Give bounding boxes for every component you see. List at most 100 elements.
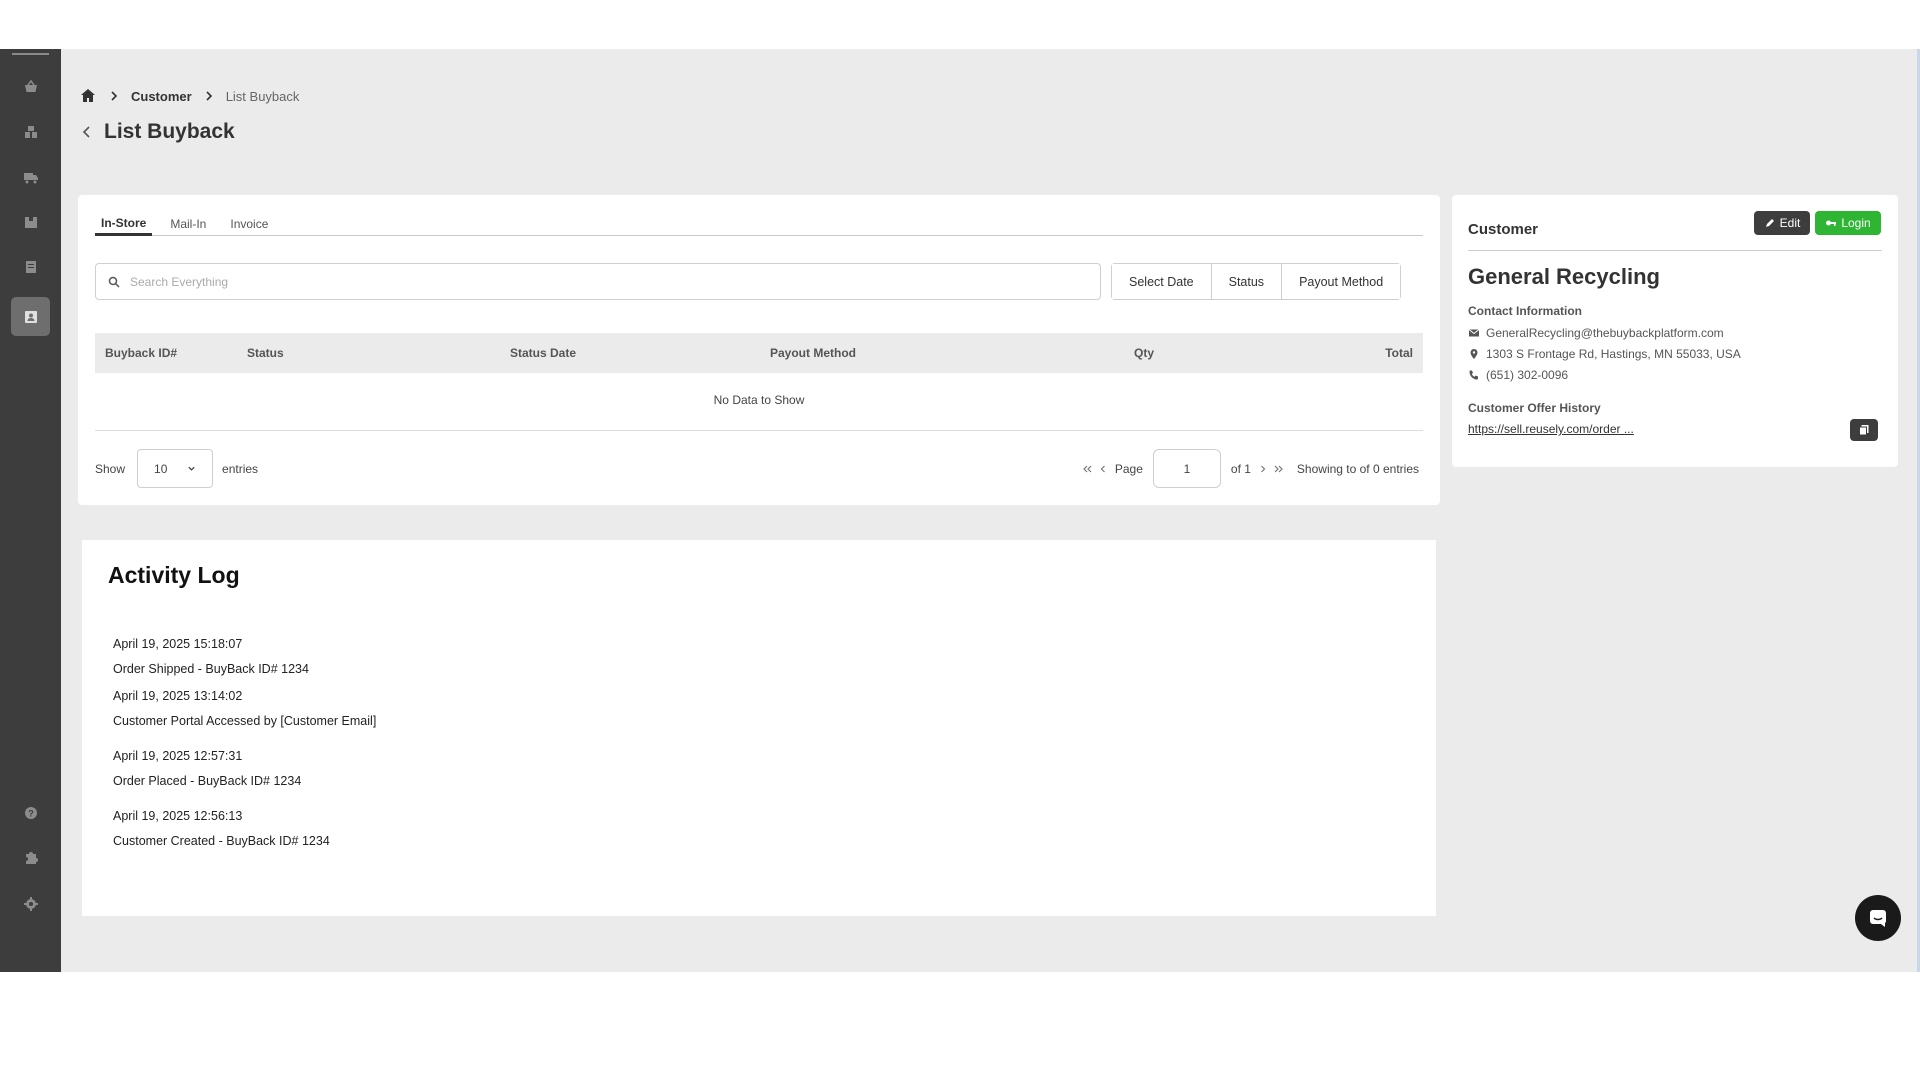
search-box bbox=[95, 263, 1101, 300]
next-page-icon[interactable] bbox=[1257, 463, 1269, 475]
customer-phone-row: (651) 302-0096 bbox=[1468, 368, 1568, 382]
sidebar-top-divider bbox=[12, 53, 49, 55]
envelope-icon bbox=[1468, 329, 1480, 337]
document-icon bbox=[25, 260, 36, 273]
chevron-right-icon bbox=[204, 91, 214, 101]
column-status[interactable]: Status bbox=[247, 346, 284, 360]
log-entry-time: April 19, 2025 15:18:07 bbox=[113, 637, 243, 651]
customer-card-header: Customer Edit Login bbox=[1468, 211, 1882, 251]
search-input[interactable] bbox=[130, 274, 1030, 289]
first-page-icon[interactable] bbox=[1081, 463, 1093, 475]
column-status-date[interactable]: Status Date bbox=[510, 346, 576, 360]
page-number-input[interactable] bbox=[1152, 449, 1221, 488]
customer-email-row: GeneralRecycling@thebuybackplatform.com bbox=[1468, 326, 1724, 340]
breadcrumb-current: List Buyback bbox=[225, 88, 300, 104]
breadcrumb-customer[interactable]: Customer bbox=[131, 89, 192, 104]
customer-address: 1303 S Frontage Rd, Hastings, MN 55033, … bbox=[1486, 347, 1741, 361]
key-icon bbox=[1826, 220, 1837, 226]
customer-card-title: Customer bbox=[1468, 221, 1539, 238]
show-label: Show bbox=[95, 461, 126, 476]
sidebar-item-help[interactable]: ? bbox=[11, 793, 50, 832]
boxes-icon bbox=[24, 125, 37, 138]
select-date-button[interactable]: Select Date bbox=[1112, 264, 1212, 299]
location-pin-icon bbox=[1470, 349, 1478, 359]
log-entry-text: Customer Portal Accessed by [Customer Em… bbox=[113, 714, 377, 728]
tab-in-store[interactable]: In-Store bbox=[95, 211, 153, 236]
log-entry-time: April 19, 2025 12:57:31 bbox=[113, 749, 243, 763]
column-total[interactable]: Total bbox=[1385, 346, 1413, 360]
page-title: List Buyback bbox=[104, 120, 235, 143]
column-payout-method[interactable]: Payout Method bbox=[770, 346, 856, 360]
copy-link-button[interactable] bbox=[1850, 419, 1878, 441]
search-icon bbox=[108, 276, 120, 288]
activity-log-title: Activity Log bbox=[108, 562, 240, 588]
app-frame: ? Customer List Buyback List Buyback In-… bbox=[0, 49, 1920, 972]
sidebar-item-settings[interactable] bbox=[11, 884, 50, 923]
log-entry-text: Order Shipped - BuyBack ID# 1234 bbox=[113, 662, 309, 676]
offer-history-label: Customer Offer History bbox=[1468, 401, 1601, 415]
back-arrow-icon[interactable] bbox=[80, 125, 94, 139]
chat-launcher-button[interactable] bbox=[1855, 895, 1901, 941]
filter-group: Select Date Status Payout Method bbox=[1111, 263, 1402, 300]
sidebar-item-integrations[interactable] bbox=[11, 838, 50, 877]
sidebar-item-reports[interactable] bbox=[11, 247, 50, 286]
sidebar-item-products[interactable] bbox=[11, 202, 50, 241]
sidebar-item-inventory[interactable] bbox=[11, 112, 50, 151]
copy-icon bbox=[1859, 425, 1869, 436]
sidebar: ? bbox=[0, 49, 61, 972]
pencil-icon bbox=[1765, 219, 1774, 227]
customer-email: GeneralRecycling@thebuybackplatform.com bbox=[1486, 326, 1724, 340]
showing-entries-text: Showing to of 0 entries bbox=[1296, 461, 1419, 476]
tab-mail-in[interactable]: Mail-In bbox=[164, 211, 212, 236]
entries-label: entries bbox=[222, 461, 259, 476]
sidebar-item-orders[interactable] bbox=[11, 67, 50, 106]
previous-page-icon[interactable] bbox=[1097, 463, 1109, 475]
edit-label: Edit bbox=[1779, 216, 1801, 230]
column-qty[interactable]: Qty bbox=[1134, 346, 1154, 360]
contact-info-label: Contact Information bbox=[1468, 304, 1582, 318]
phone-icon bbox=[1469, 370, 1478, 380]
basket-icon bbox=[24, 79, 37, 92]
contact-card-icon bbox=[24, 310, 37, 323]
page-label: Page bbox=[1114, 461, 1143, 476]
customer-name: General Recycling bbox=[1468, 264, 1660, 289]
payout-method-filter-button[interactable]: Payout Method bbox=[1282, 264, 1401, 299]
last-page-icon[interactable] bbox=[1273, 463, 1285, 475]
puzzle-icon bbox=[25, 851, 38, 864]
home-icon[interactable] bbox=[79, 87, 97, 105]
gear-icon bbox=[23, 896, 38, 911]
log-entry-text: Customer Created - BuyBack ID# 1234 bbox=[113, 834, 330, 848]
entries-select[interactable]: 10 bbox=[137, 449, 214, 488]
help-icon: ? bbox=[24, 806, 37, 819]
edit-button[interactable]: Edit bbox=[1754, 211, 1810, 235]
empty-table-message: No Data to Show bbox=[95, 373, 1423, 431]
box-icon bbox=[24, 216, 37, 228]
breadcrumb: Customer List Buyback bbox=[79, 85, 299, 107]
chat-icon bbox=[1870, 910, 1886, 927]
tab-bar: In-Store Mail-In Invoice bbox=[95, 211, 1423, 236]
entries-value: 10 bbox=[154, 461, 168, 476]
pagination: Page of 1 Showing to of 0 entries bbox=[1079, 449, 1423, 488]
customer-address-row: 1303 S Frontage Rd, Hastings, MN 55033, … bbox=[1468, 347, 1741, 361]
log-entry-time: April 19, 2025 12:56:13 bbox=[113, 809, 243, 823]
buyback-list-card: In-Store Mail-In Invoice Select Date Sta… bbox=[78, 195, 1440, 505]
svg-text:?: ? bbox=[28, 808, 34, 818]
activity-log-card: Activity Log April 19, 2025 15:18:07 Ord… bbox=[82, 540, 1436, 916]
truck-icon bbox=[23, 172, 38, 183]
login-button[interactable]: Login bbox=[1815, 211, 1881, 235]
entries-selector-row: Show 10 entries bbox=[95, 449, 258, 488]
login-label: Login bbox=[1841, 216, 1871, 230]
chevron-right-icon bbox=[109, 91, 119, 101]
chevron-down-icon bbox=[188, 466, 195, 471]
column-buyback-id[interactable]: Buyback ID# bbox=[105, 346, 177, 360]
sidebar-item-customers[interactable] bbox=[11, 297, 50, 336]
customer-phone: (651) 302-0096 bbox=[1486, 368, 1569, 382]
offer-history-link[interactable]: https://sell.reusely.com/order ... bbox=[1468, 422, 1634, 436]
tab-invoice[interactable]: Invoice bbox=[224, 211, 274, 236]
customer-card: Customer Edit Login General Recycling Co… bbox=[1452, 195, 1898, 467]
page-title-row: List Buyback bbox=[80, 119, 235, 145]
page-count-label: of 1 bbox=[1230, 461, 1251, 476]
table-header: Buyback ID# Status Status Date Payout Me… bbox=[95, 333, 1423, 373]
status-filter-button[interactable]: Status bbox=[1211, 264, 1283, 299]
sidebar-item-shipping[interactable] bbox=[11, 157, 50, 196]
